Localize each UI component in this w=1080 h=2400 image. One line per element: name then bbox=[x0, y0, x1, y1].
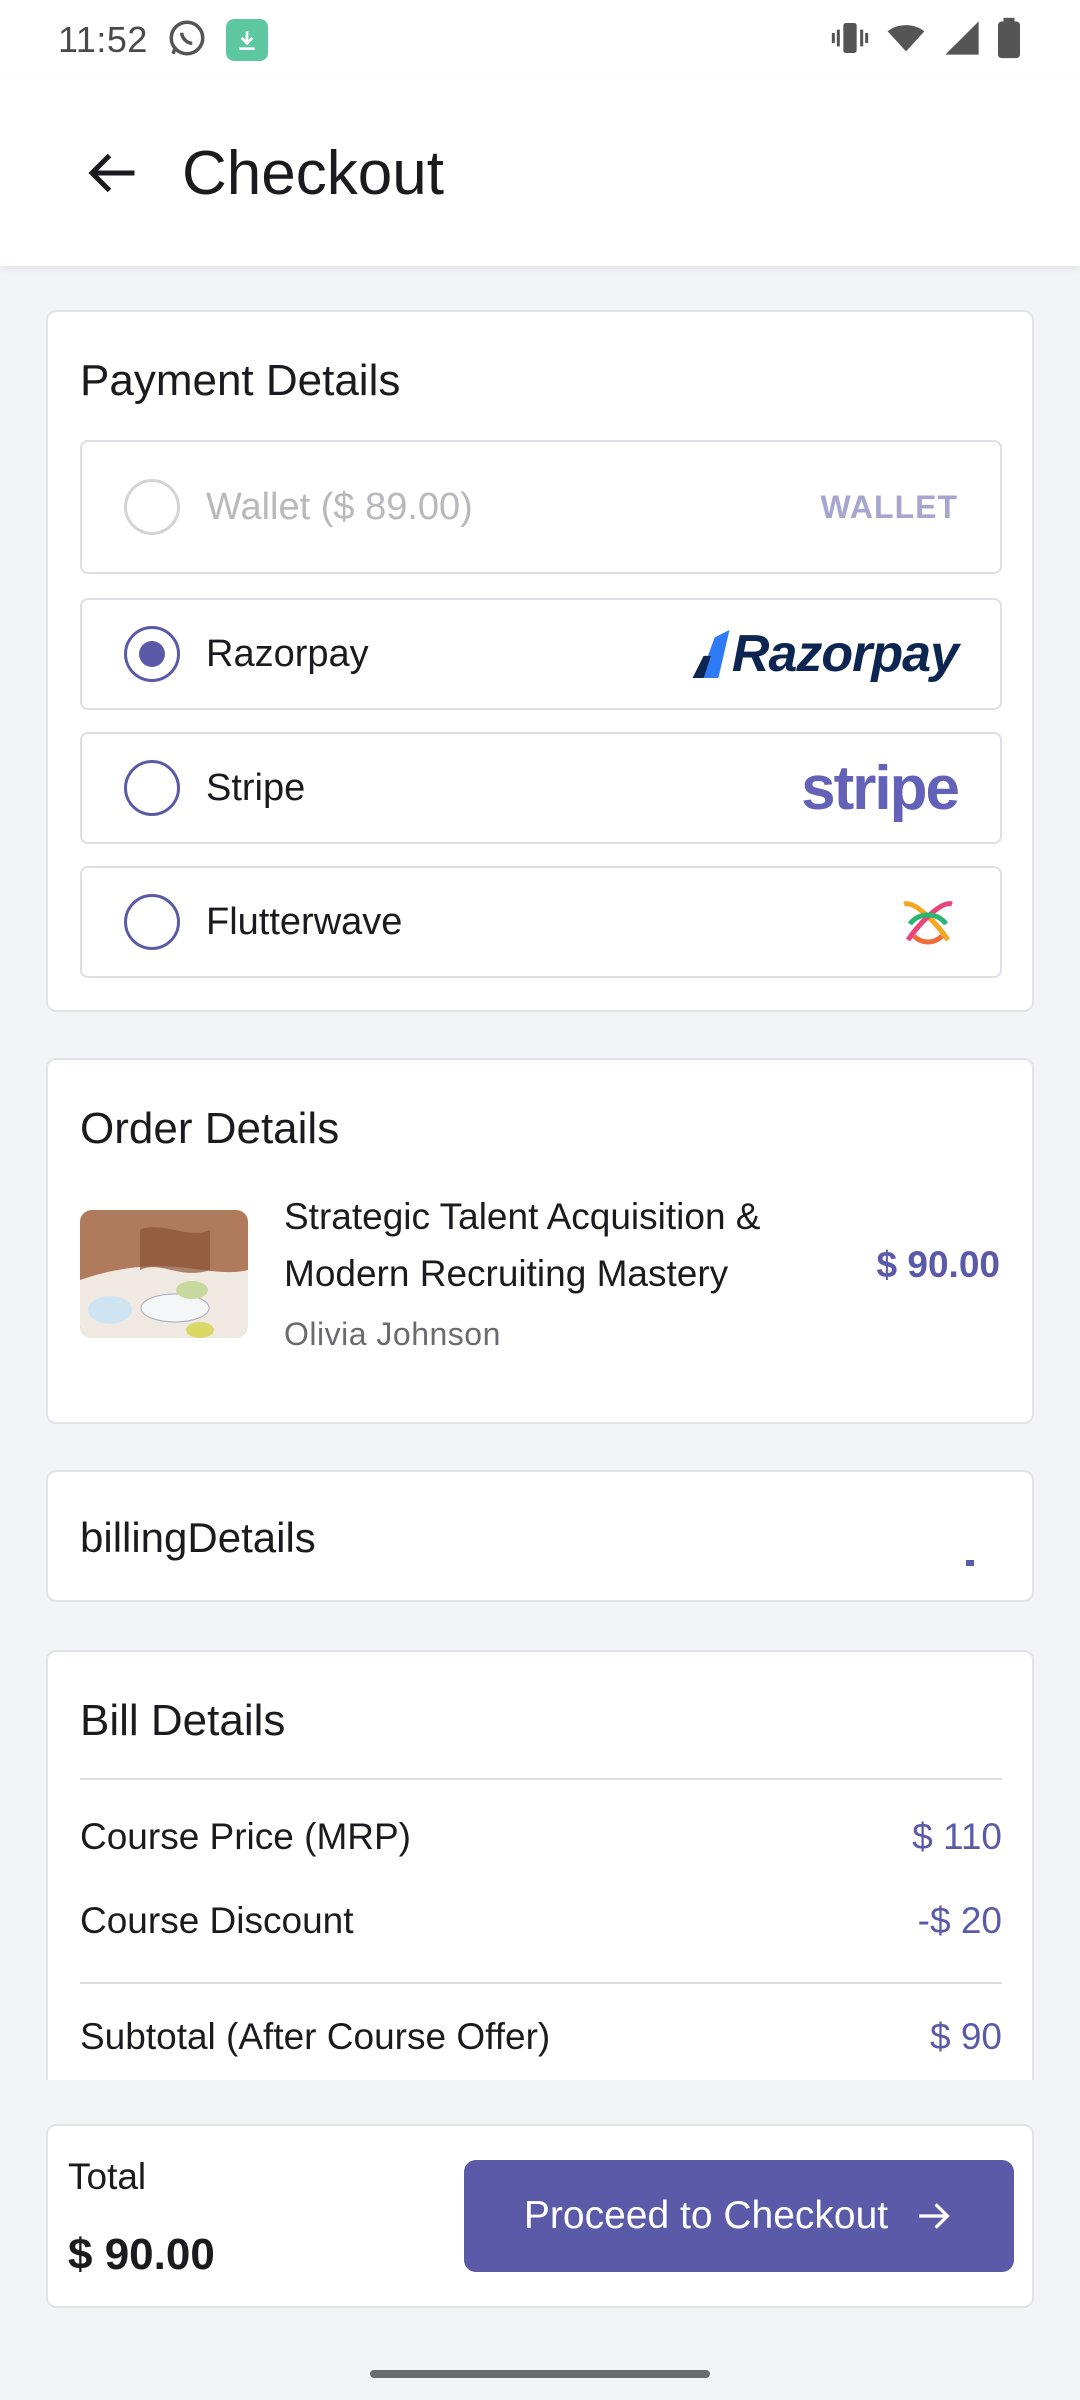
status-left: 11:52 bbox=[58, 17, 268, 64]
total-bar: Total $ 90.00 Proceed to Checkout bbox=[46, 2124, 1034, 2308]
bill-row-label: Course Discount bbox=[80, 1900, 354, 1941]
razorpay-label: Razorpay bbox=[206, 632, 369, 675]
back-button[interactable] bbox=[80, 141, 144, 205]
razorpay-logo: Razorpay bbox=[692, 624, 959, 684]
stripe-logo-text: stripe bbox=[801, 753, 960, 823]
stripe-radio[interactable] bbox=[124, 760, 180, 816]
stripe-label: Stripe bbox=[206, 766, 306, 809]
checkout-button-label: Proceed to Checkout bbox=[523, 2194, 889, 2237]
wallet-label: Wallet ($ 89.00) bbox=[206, 485, 473, 528]
status-time: 11:52 bbox=[58, 19, 148, 60]
download-icon bbox=[225, 19, 268, 61]
wallet-tag: WALLET bbox=[820, 489, 958, 526]
bill-row-mrp: Course Price (MRP) $ 110 bbox=[80, 1816, 1002, 1858]
arrow-left-icon bbox=[88, 153, 135, 193]
bill-row-label: Subtotal (After Course Offer) bbox=[80, 2016, 551, 2057]
vibrate-icon bbox=[830, 18, 870, 63]
razorpay-radio[interactable] bbox=[124, 626, 180, 682]
arrow-right-icon bbox=[919, 2203, 950, 2229]
bill-row-value: $ 110 bbox=[912, 1816, 1002, 1857]
payment-details-card: Payment Details Wallet ($ 89.00) WALLET … bbox=[46, 310, 1034, 1012]
flutterwave-radio[interactable] bbox=[124, 894, 180, 950]
bill-row-subtotal: Subtotal (After Course Offer) $ 90 bbox=[80, 2016, 1002, 2058]
page-title: Checkout bbox=[182, 138, 444, 208]
billing-details-card[interactable]: billingDetails bbox=[46, 1470, 1034, 1602]
flutterwave-logo-icon bbox=[898, 896, 958, 948]
course-thumbnail bbox=[80, 1210, 248, 1338]
app-bar: Checkout bbox=[0, 80, 1080, 266]
status-bar: 11:52 bbox=[0, 0, 1080, 80]
total-amount: $ 90.00 bbox=[68, 2230, 215, 2279]
flutterwave-label: Flutterwave bbox=[206, 900, 403, 943]
bill-row-value: -$ 20 bbox=[917, 1900, 1002, 1941]
billing-details-indicator bbox=[966, 1560, 974, 1566]
bill-details-card: Bill Details Course Price (MRP) $ 110 Co… bbox=[46, 1650, 1034, 2080]
signal-icon bbox=[942, 18, 982, 63]
whatsapp-icon bbox=[166, 17, 208, 64]
bill-row-discount: Course Discount -$ 20 bbox=[80, 1900, 1002, 1942]
stripe-logo: stripe bbox=[801, 753, 960, 824]
battery-icon bbox=[996, 16, 1022, 65]
payment-option-flutterwave[interactable]: Flutterwave bbox=[80, 866, 1002, 978]
total-label: Total bbox=[68, 2156, 147, 2197]
order-details-card: Order Details Strategic Talent Acquisiti… bbox=[46, 1058, 1034, 1424]
bill-details-title: Bill Details bbox=[80, 1696, 286, 1745]
course-price: $ 90.00 bbox=[876, 1244, 1000, 1285]
status-right bbox=[830, 16, 1022, 65]
billing-details-label: billingDetails bbox=[80, 1514, 316, 1561]
razorpay-mark-icon bbox=[692, 630, 730, 678]
bill-divider-middle bbox=[80, 1982, 1002, 1984]
bill-row-label: Course Price (MRP) bbox=[80, 1816, 411, 1857]
course-title: Strategic Talent Acquisition & Modern Re… bbox=[284, 1196, 761, 1294]
order-details-title: Order Details bbox=[80, 1104, 340, 1153]
course-author: Olivia Johnson bbox=[284, 1316, 501, 1352]
home-indicator[interactable] bbox=[370, 2370, 710, 2378]
bill-divider-top bbox=[80, 1778, 1002, 1780]
proceed-to-checkout-button[interactable]: Proceed to Checkout bbox=[464, 2160, 1014, 2272]
wifi-icon bbox=[884, 18, 928, 63]
payment-option-wallet[interactable]: Wallet ($ 89.00) WALLET bbox=[80, 440, 1002, 574]
razorpay-logo-text: Razorpay bbox=[731, 625, 959, 683]
payment-option-razorpay[interactable]: Razorpay Razorpay bbox=[80, 598, 1002, 710]
wallet-radio[interactable] bbox=[124, 479, 180, 535]
payment-option-stripe[interactable]: Stripe stripe bbox=[80, 732, 1002, 844]
wallet-tag-text: WALLET bbox=[820, 488, 958, 525]
payment-details-title: Payment Details bbox=[80, 356, 401, 405]
bill-row-value: $ 90 bbox=[929, 2016, 1002, 2057]
